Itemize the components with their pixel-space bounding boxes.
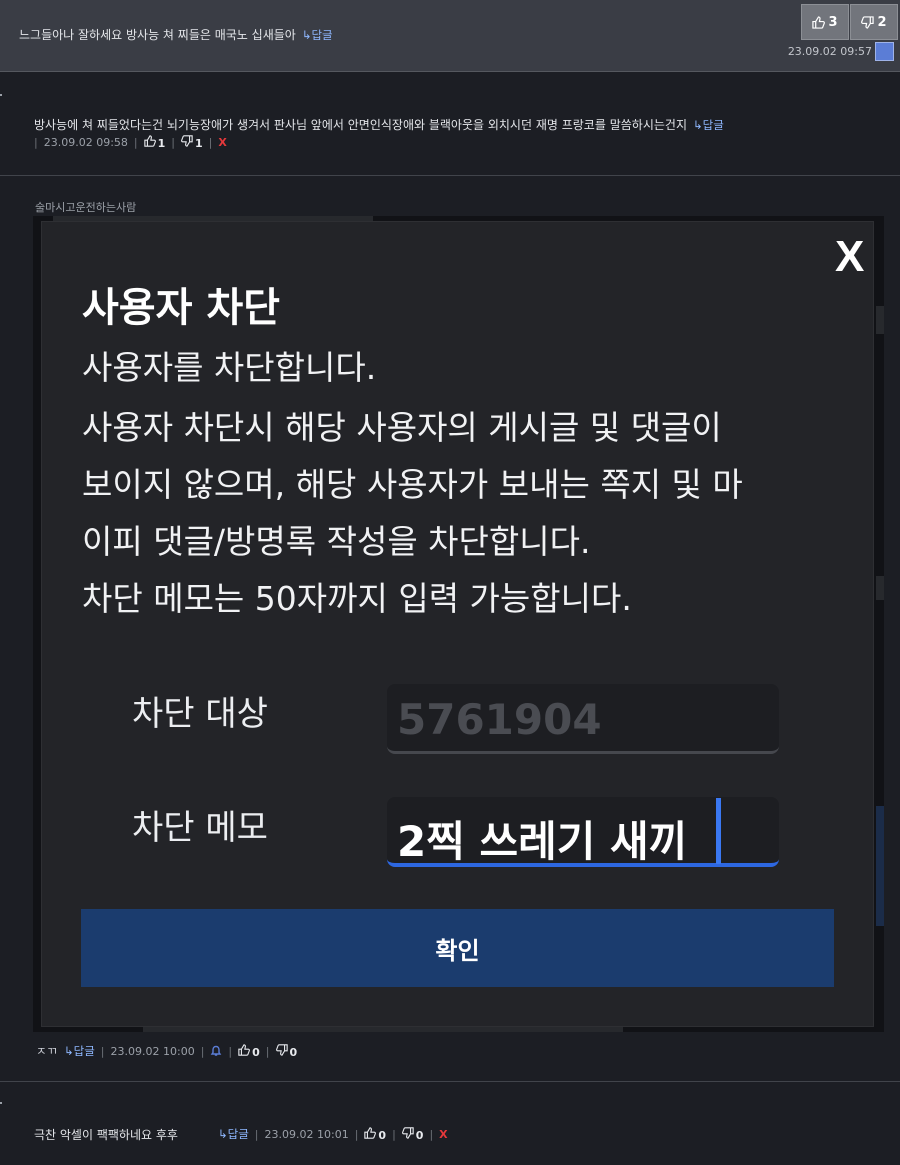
comment-author: 술마시고운전하는사람: [35, 201, 137, 214]
comment-1: 느그들아나 잘하세요 방사능 쳐 찌들은 매국노 십새들아 ↳답글 3 2 23.…: [0, 0, 900, 72]
upvote-button[interactable]: 0: [238, 1043, 260, 1059]
upvote-count: 0: [378, 1128, 387, 1142]
thumbs-down-icon: [275, 1043, 288, 1056]
comment-date: 23.09.02 10:01: [264, 1127, 349, 1141]
downvote-button[interactable]: 0: [401, 1126, 424, 1142]
confirm-button[interactable]: 확인: [81, 909, 834, 987]
block-target-field: 5761904: [387, 684, 779, 754]
downvote-button[interactable]: 0: [275, 1043, 298, 1059]
close-icon[interactable]: X: [835, 232, 864, 282]
comment-3-text-row: ㅈㄲ: [36, 1043, 57, 1059]
comment-divider: [0, 175, 900, 176]
comment-2-text-row: 방사능에 쳐 찌들었다는건 뇌기능장애가 생겨서 판사님 앞에서 안면인식장애와…: [34, 116, 724, 133]
dialog-description-line: 보이지 않으며, 해당 사용자가 보내는 쪽지 및 마: [82, 465, 743, 504]
downvote-button[interactable]: 2: [850, 4, 898, 40]
thumbs-up-icon: [364, 1126, 377, 1139]
comment-4-text-row: 극찬 악셀이 팩팩하네요 후후: [34, 1126, 178, 1143]
downvote-button[interactable]: 1: [181, 135, 203, 150]
upvote-button[interactable]: 0: [364, 1126, 387, 1142]
vote-buttons: 3 2: [801, 4, 898, 40]
comment-meta: ↳답글 | 23.09.02 10:01 | 0 | 0 | X: [218, 1126, 448, 1142]
comment-text: 방사능에 쳐 찌들었다는건 뇌기능장애가 생겨서 판사님 앞에서 안면인식장애와…: [34, 118, 687, 132]
reply-link[interactable]: ↳답글: [693, 118, 724, 132]
reply-link[interactable]: ↳답글: [218, 1126, 249, 1142]
text-caret: [716, 798, 721, 864]
alarm-icon[interactable]: [210, 1045, 222, 1057]
comment-text: 느그들아나 잘하세요 방사능 쳐 찌들은 매국노 십새들아: [19, 28, 296, 42]
block-target-label: 차단 대상: [132, 694, 268, 734]
downvote-count: 0: [289, 1045, 298, 1059]
block-memo-value: 2찍 쓰레기 새끼: [397, 817, 688, 866]
divider-dot: [0, 1102, 2, 1104]
avatar-icon[interactable]: [875, 42, 894, 61]
divider-dot: [0, 94, 2, 96]
comment-date: 23.09.02 09:57: [787, 45, 872, 58]
thumbs-down-icon: [181, 135, 193, 147]
thumbs-up-icon: [238, 1043, 251, 1056]
comment-date: 23.09.02 10:00: [110, 1044, 195, 1058]
block-target-value: 5761904: [397, 695, 602, 744]
dialog-description-line: 사용자를 차단합니다.: [82, 348, 377, 387]
comment-date: 23.09.02 09:58: [43, 136, 128, 149]
thumbs-down-icon: [861, 15, 875, 29]
downvote-count: 0: [415, 1128, 424, 1142]
comment-text: 극찬 악셀이 팩팩하네요 후후: [34, 1128, 178, 1142]
upvote-count: 0: [252, 1045, 260, 1059]
thumbs-up-icon: [143, 135, 156, 147]
upvote-button[interactable]: 3: [801, 4, 849, 40]
delete-button[interactable]: X: [218, 136, 226, 149]
comment-meta: ↳답글 | 23.09.02 10:00 | | 0 | 0: [64, 1043, 298, 1059]
comment-text: ㅈㄲ: [36, 1044, 58, 1058]
upvote-button[interactable]: 1: [143, 135, 166, 150]
downvote-count: 2: [877, 14, 887, 30]
thumbs-down-icon: [401, 1126, 414, 1139]
upvote-count: 1: [157, 137, 166, 150]
dialog-description-line: 이피 댓글/방명록 작성을 차단합니다.: [82, 522, 591, 561]
dialog-title: 사용자 차단: [82, 285, 280, 331]
reply-link[interactable]: ↳답글: [64, 1043, 95, 1059]
downvote-count: 1: [195, 137, 203, 150]
dialog-description-line: 차단 메모는 50자까지 입력 가능합니다.: [82, 579, 632, 618]
block-memo-label: 차단 메모: [132, 808, 268, 848]
dialog-description-line: 사용자 차단시 해당 사용자의 게시글 및 댓글이: [82, 408, 722, 447]
comment-1-text-row: 느그들아나 잘하세요 방사능 쳐 찌들은 매국노 십새들아 ↳답글: [19, 26, 333, 43]
thumbs-up-icon: [812, 15, 826, 29]
comment-divider: [0, 1081, 900, 1082]
reply-link[interactable]: ↳답글: [302, 28, 333, 42]
delete-button[interactable]: X: [439, 1128, 447, 1141]
comment-meta: | 23.09.02 09:58 | 1 | 1 | X: [34, 135, 227, 150]
upvote-count: 3: [828, 14, 838, 30]
